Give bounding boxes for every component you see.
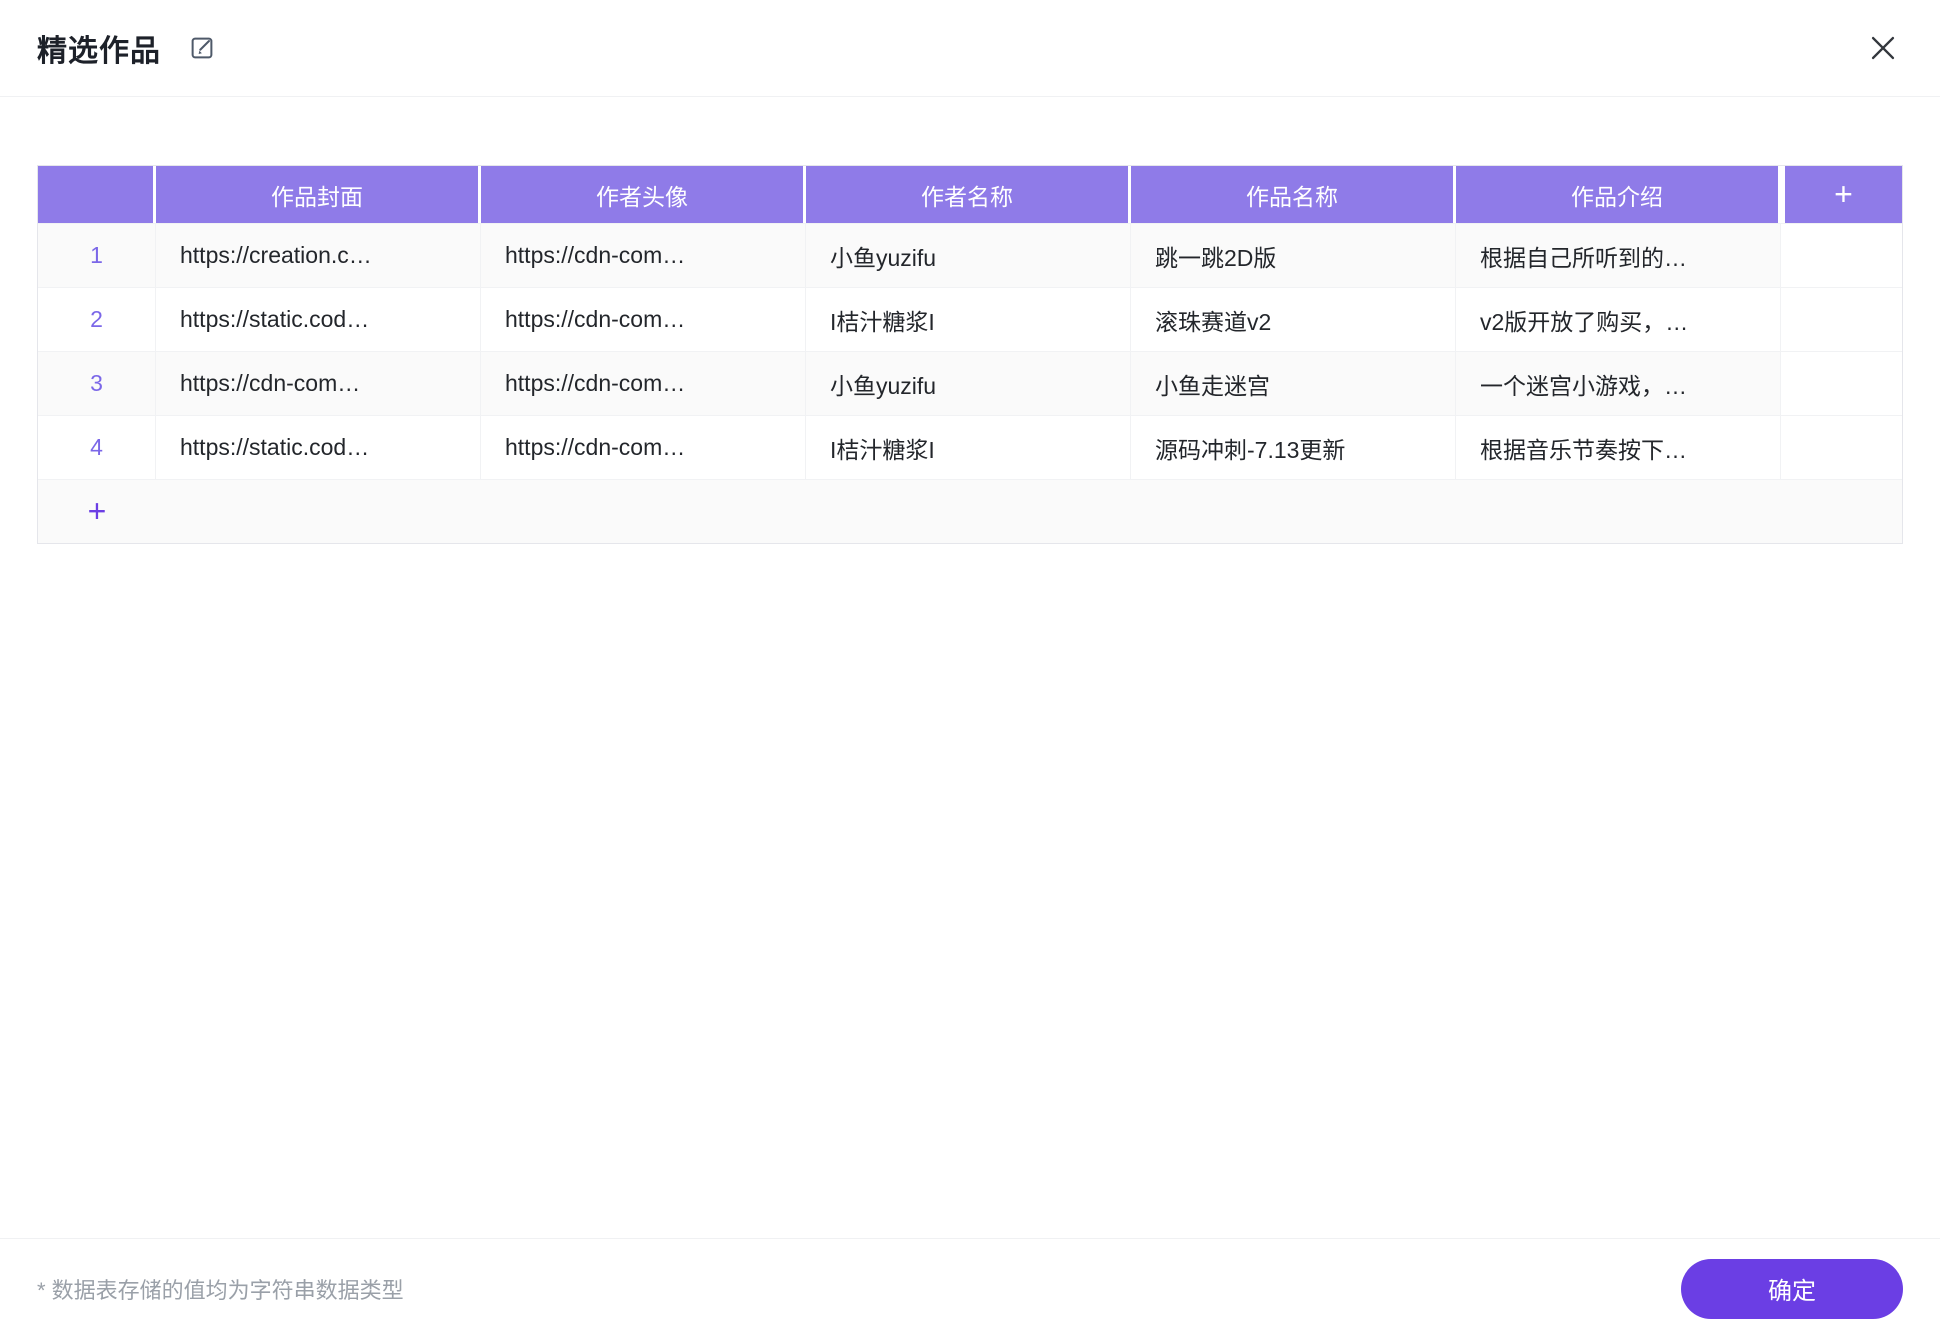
table-row: 4 https://static.cod… https://cdn-com… I… bbox=[38, 415, 1902, 479]
cell-work-name[interactable]: 滚珠赛道v2 bbox=[1131, 287, 1456, 351]
table-row: 3 https://cdn-com… https://cdn-com… 小鱼yu… bbox=[38, 351, 1902, 415]
footer-note: * 数据表存储的值均为字符串数据类型 bbox=[37, 1273, 404, 1305]
row-number[interactable]: 2 bbox=[38, 287, 156, 351]
cell-author-avatar-url[interactable]: https://cdn-com… bbox=[481, 287, 806, 351]
cell-work-name[interactable]: 源码冲刺-7.13更新 bbox=[1131, 415, 1456, 479]
column-header-author-name[interactable]: 作者名称 bbox=[806, 166, 1131, 223]
cell-work-name[interactable]: 跳一跳2D版 bbox=[1131, 223, 1456, 287]
edit-icon[interactable] bbox=[187, 33, 217, 63]
cell-work-intro[interactable]: 根据自己所听到的… bbox=[1456, 223, 1781, 287]
add-row: + bbox=[38, 479, 1902, 543]
add-row-button[interactable]: + bbox=[38, 479, 156, 543]
cell-author-avatar-url[interactable]: https://cdn-com… bbox=[481, 415, 806, 479]
modal-header: 精选作品 bbox=[0, 0, 1940, 97]
cell-work-intro[interactable]: 一个迷宫小游戏，… bbox=[1456, 351, 1781, 415]
cell-author-name[interactable]: I桔汁糖浆I bbox=[806, 287, 1131, 351]
cell-work-cover-url[interactable]: https://static.cod… bbox=[156, 287, 481, 351]
cell-author-name[interactable]: I桔汁糖浆I bbox=[806, 415, 1131, 479]
edit-pencil-glyph bbox=[187, 33, 217, 63]
confirm-button[interactable]: 确定 bbox=[1681, 1259, 1903, 1319]
add-column-button[interactable]: + bbox=[1781, 166, 1902, 223]
close-x-glyph bbox=[1866, 31, 1900, 65]
table-row: 1 https://creation.c… https://cdn-com… 小… bbox=[38, 223, 1902, 287]
modal-body: 作品封面 作者头像 作者名称 作品名称 作品介绍 + 1 https://cre… bbox=[0, 97, 1940, 1238]
column-header-work-name[interactable]: 作品名称 bbox=[1131, 166, 1456, 223]
row-number-header bbox=[38, 166, 156, 223]
cell-work-cover-url[interactable]: https://static.cod… bbox=[156, 415, 481, 479]
cell-work-cover-url[interactable]: https://cdn-com… bbox=[156, 351, 481, 415]
cell-empty bbox=[1781, 287, 1902, 351]
modal-footer: * 数据表存储的值均为字符串数据类型 确定 bbox=[0, 1238, 1940, 1338]
cell-empty bbox=[1781, 351, 1902, 415]
cell-author-avatar-url[interactable]: https://cdn-com… bbox=[481, 223, 806, 287]
cell-work-name[interactable]: 小鱼走迷宫 bbox=[1131, 351, 1456, 415]
cell-work-cover-url[interactable]: https://creation.c… bbox=[156, 223, 481, 287]
cell-work-intro[interactable]: v2版开放了购买，… bbox=[1456, 287, 1781, 351]
row-number[interactable]: 4 bbox=[38, 415, 156, 479]
cell-author-name[interactable]: 小鱼yuzifu bbox=[806, 223, 1131, 287]
column-header-work-intro[interactable]: 作品介绍 bbox=[1456, 166, 1781, 223]
column-header-work-cover[interactable]: 作品封面 bbox=[156, 166, 481, 223]
modal-title: 精选作品 bbox=[37, 26, 161, 70]
close-icon[interactable] bbox=[1866, 31, 1900, 65]
row-number[interactable]: 3 bbox=[38, 351, 156, 415]
data-table: 作品封面 作者头像 作者名称 作品名称 作品介绍 + 1 https://cre… bbox=[37, 165, 1903, 544]
featured-works-modal: { "header": { "title": "精选作品" }, "table"… bbox=[0, 0, 1940, 1338]
cell-author-avatar-url[interactable]: https://cdn-com… bbox=[481, 351, 806, 415]
add-row-space bbox=[156, 479, 1902, 543]
row-number[interactable]: 1 bbox=[38, 223, 156, 287]
cell-empty bbox=[1781, 223, 1902, 287]
cell-empty bbox=[1781, 415, 1902, 479]
table-header-row: 作品封面 作者头像 作者名称 作品名称 作品介绍 + bbox=[38, 166, 1902, 223]
table-row: 2 https://static.cod… https://cdn-com… I… bbox=[38, 287, 1902, 351]
cell-author-name[interactable]: 小鱼yuzifu bbox=[806, 351, 1131, 415]
column-header-author-avatar[interactable]: 作者头像 bbox=[481, 166, 806, 223]
cell-work-intro[interactable]: 根据音乐节奏按下… bbox=[1456, 415, 1781, 479]
